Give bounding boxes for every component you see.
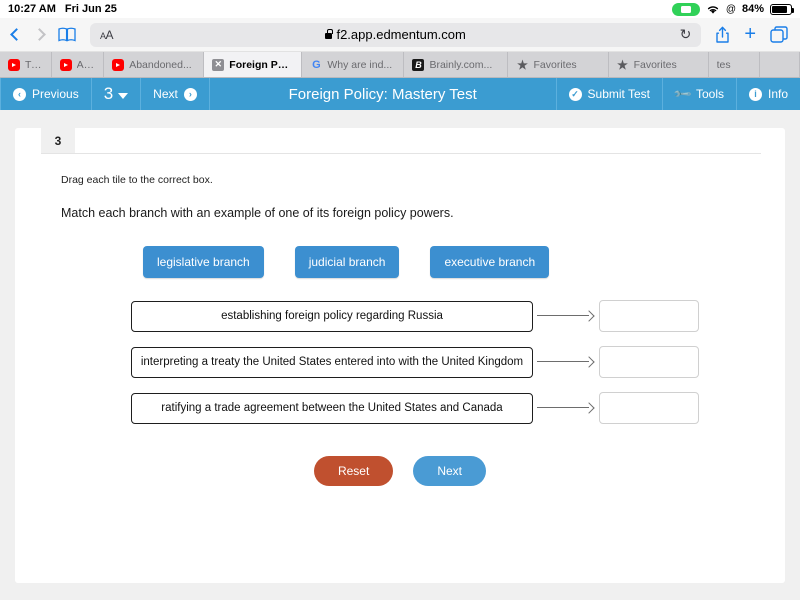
match-row: establishing foreign policy regarding Ru… [131,300,767,332]
chevron-down-icon [118,92,129,99]
question-number-tab: 3 [41,128,75,153]
next-question-button[interactable]: Next › [141,78,210,110]
brainly-icon: B [412,58,425,71]
star-icon: ★ [617,57,628,72]
forward-chevron-icon[interactable] [33,28,46,41]
check-circle-icon: ✓ [568,87,582,101]
arrow-left-circle-icon: ‹ [13,87,26,101]
youtube-icon [8,58,20,71]
status-date: Fri Jun 25 [64,3,117,15]
prompt-text: establishing foreign policy regarding Ru… [131,300,533,332]
browser-toolbar: AA f2.app.edmentum.com ↻ + [0,18,800,52]
tab-label: Foreign Poli... [229,58,294,71]
previous-label: Previous [32,87,79,101]
arrow-icon [533,310,599,322]
browser-tab[interactable]: TikT [0,52,52,77]
browser-tab[interactable]: ★ Favorites [608,52,709,77]
tab-label: Abandoned... [129,58,192,71]
browser-tab[interactable]: ★ Favorites [508,52,609,77]
match-row: interpreting a treaty the United States … [131,346,767,378]
drop-target[interactable] [599,300,699,332]
url-bar[interactable]: AA f2.app.edmentum.com ↻ [90,22,702,47]
page-title: Foreign Policy: Mastery Test [288,85,477,103]
next-button[interactable]: Next [413,456,487,486]
divider [41,153,761,154]
google-icon: G [312,58,321,71]
match-row: ratifying a trade agreement between the … [131,392,767,424]
book-icon[interactable] [58,27,76,42]
question-prompt: Match each branch with an example of one… [61,206,454,220]
tools-button[interactable]: 🔧 Tools [662,78,736,110]
wifi-icon [706,4,720,15]
submit-test-label: Submit Test [587,87,651,101]
tile-executive-branch[interactable]: executive branch [430,246,550,278]
battery-icon [770,3,794,15]
reset-button[interactable]: Reset [313,456,394,486]
browser-tab-strip: TikT Acces Abandoned... ✕ Foreign Poli..… [0,52,800,78]
next-label: Next [153,87,178,101]
browser-tab[interactable]: B Brainly.com... [404,52,509,77]
browser-tab[interactable] [760,52,800,77]
star-icon: ★ [517,57,528,72]
back-chevron-icon[interactable] [10,28,23,41]
lock-icon [325,28,333,39]
ios-status-bar: 10:27 AM Fri Jun 25 @ 84% [0,0,800,18]
prompt-text: ratifying a trade agreement between the … [131,392,533,424]
tab-label: TikT [25,58,43,71]
prompt-text: interpreting a treaty the United States … [131,346,533,378]
tab-label: tes [716,58,731,71]
tools-label: Tools [695,87,724,101]
test-navigation-bar: ‹ Previous 3 Next › Foreign Policy: Mast… [0,78,800,110]
arrow-icon [533,402,599,414]
edmentum-icon: ✕ [212,58,225,71]
tab-label: Why are ind... [327,58,393,71]
battery-percent: 84% [741,3,764,15]
screen-record-indicator-icon [671,2,700,16]
question-actions: Reset Next [33,456,767,486]
youtube-icon [112,58,125,71]
tab-label: Brainly.com... [429,58,493,71]
url-text: f2.app.edmentum.com [336,27,466,42]
share-icon[interactable] [715,26,730,44]
wrench-icon: 🔧 [672,83,693,105]
tile-legislative-branch[interactable]: legislative branch [143,246,264,278]
page-background: 3 Drag each tile to the correct box. Mat… [0,110,800,600]
question-number-dropdown[interactable]: 3 [92,78,142,110]
browser-tab[interactable]: tes [708,52,761,77]
drop-target[interactable] [599,346,699,378]
browser-tab-active[interactable]: ✕ Foreign Poli... [204,52,303,77]
status-time: 10:27 AM [8,3,56,15]
match-rows: establishing foreign policy regarding Ru… [131,300,767,424]
reload-icon[interactable]: ↻ [680,26,692,43]
url-display: f2.app.edmentum.com [90,27,701,42]
browser-tab[interactable]: Acces [51,52,105,77]
browser-tab[interactable]: G Why are ind... [302,52,405,77]
browser-tab[interactable]: Abandoned... [104,52,205,77]
drag-instruction: Drag each tile to the correct box. [61,174,213,186]
current-question-number: 3 [103,84,114,103]
new-tab-icon[interactable]: + [744,23,756,46]
previous-question-button[interactable]: ‹ Previous [0,78,92,110]
question-card: 3 Drag each tile to the correct box. Mat… [15,128,785,583]
info-circle-icon: i [748,87,762,101]
tab-label: Acces [76,58,96,71]
draggable-tiles: legislative branch judicial branch execu… [143,246,767,278]
tab-label: Favorites [633,58,677,71]
tabs-overview-icon[interactable] [770,25,788,44]
location-icon: @ [725,3,736,15]
arrow-icon [533,356,599,368]
info-label: Info [767,87,788,101]
tile-judicial-branch[interactable]: judicial branch [294,246,400,278]
info-button[interactable]: i Info [735,78,800,110]
tab-label: Favorites [533,58,577,71]
youtube-icon [59,58,72,71]
submit-test-button[interactable]: ✓ Submit Test [555,78,662,110]
arrow-right-circle-icon: › [183,87,197,101]
drop-target[interactable] [599,392,699,424]
